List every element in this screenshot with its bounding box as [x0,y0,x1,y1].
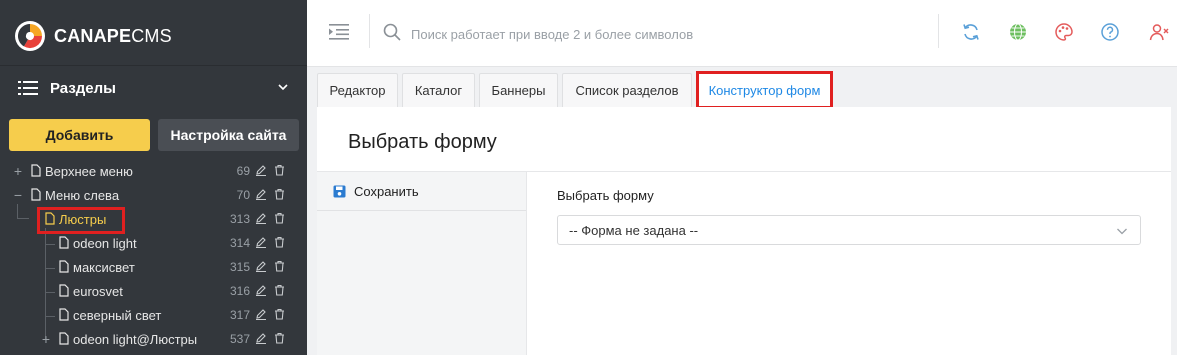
trash-icon[interactable] [274,284,285,296]
sections-header[interactable]: Разделы [0,66,307,110]
tree-item-label: odeon light [73,236,137,251]
tree-item-severnyy-svet[interactable]: северный свет 317 [0,305,307,329]
refresh-icon[interactable] [961,22,981,42]
document-icon [59,260,69,273]
floppy-disk-icon [333,185,346,197]
highlight-frame [37,207,125,234]
tree-item-id: 314 [229,236,250,250]
tree-item-maksisvet[interactable]: максисвет 315 [0,257,307,281]
topbar-separator [369,14,370,48]
tree-item-odeon-light[interactable]: odeon light 314 [0,233,307,257]
tree-item-label: Верхнее меню [45,164,133,179]
tree-item-id: 70 [236,188,250,202]
trash-icon[interactable] [274,236,285,248]
edit-icon[interactable] [255,188,267,200]
expand-icon[interactable]: + [40,332,52,346]
trash-icon[interactable] [274,308,285,320]
palette-icon[interactable] [1054,22,1074,42]
tree-item-verkhnee-menu[interactable]: + Верхнее меню 69 [0,161,307,185]
topbar [307,0,1177,67]
tree-item-eurosvet[interactable]: eurosvet 316 [0,281,307,305]
sidebar: CANAPECMS Разделы Добавить Настройка сай… [0,0,307,355]
document-icon [59,332,69,345]
edit-icon[interactable] [255,284,267,296]
form-select-value: -- Форма не задана -- [569,222,699,238]
highlight-frame [696,71,833,109]
user-icon[interactable] [1149,22,1169,42]
edit-icon[interactable] [255,308,267,320]
tree-item-label: Меню слева [45,188,120,203]
list-menu-icon [18,81,38,95]
form-select-label: Выбрать форму [557,188,654,203]
trash-icon[interactable] [274,212,285,224]
tree-item-label: северный свет [73,308,162,323]
tree-item-id: 317 [229,308,250,322]
globe-icon[interactable] [1008,22,1028,42]
help-icon[interactable] [1100,22,1120,42]
tree-item-label: максисвет [73,260,135,275]
logo-text: CANAPECMS [54,25,172,46]
form-select[interactable]: -- Форма не задана -- [557,215,1141,245]
tree-item-label: eurosvet [73,284,123,299]
chevron-down-icon [1117,228,1127,235]
tree-item-id: 315 [229,260,250,274]
tab-catalog[interactable]: Каталог [402,73,475,107]
search-input[interactable] [409,18,913,50]
trash-icon[interactable] [274,164,285,176]
expand-icon[interactable]: + [12,164,24,178]
tab-banners[interactable]: Баннеры [479,73,558,107]
tree-item-id: 537 [229,332,250,346]
tree-item-label: odeon light@Люстры [73,332,198,347]
add-button[interactable]: Добавить [9,119,150,151]
edit-icon[interactable] [255,212,267,224]
save-label: Сохранить [354,183,419,199]
edit-icon[interactable] [255,332,267,344]
search-icon [383,23,401,41]
tree-item-menyu-sleva[interactable]: − Меню слева 70 [0,185,307,209]
trash-icon[interactable] [274,332,285,344]
collapse-icon[interactable]: − [12,188,24,202]
document-icon [59,284,69,297]
page-title: Выбрать форму [348,131,497,153]
document-icon [59,308,69,321]
document-icon [59,236,69,249]
logo[interactable]: CANAPECMS [14,20,172,52]
sidebar-toggle-icon[interactable] [329,24,349,40]
topbar-separator [938,14,939,48]
edit-icon[interactable] [255,260,267,272]
tab-section-list[interactable]: Список разделов [562,73,692,107]
trash-icon[interactable] [274,260,285,272]
trash-icon[interactable] [274,188,285,200]
main-panel: Выбрать форму Сохранить Выбрать форму --… [317,107,1171,355]
logo-icon [15,21,45,51]
tree-item-odeon-light-lyustry[interactable]: + odeon light@Люстры 537 [0,329,307,353]
save-button[interactable]: Сохранить [317,172,526,211]
edit-icon[interactable] [255,164,267,176]
tree-item-id: 313 [229,212,250,226]
document-icon [31,164,41,177]
sections-title: Разделы [50,79,116,97]
chevron-down-icon[interactable] [277,81,289,93]
action-column: Сохранить [317,172,527,355]
document-icon [31,188,41,201]
site-settings-button[interactable]: Настройка сайта [158,119,299,151]
tree-item-id: 69 [236,164,250,178]
tab-editor[interactable]: Редактор [317,73,398,107]
edit-icon[interactable] [255,236,267,248]
tree-item-id: 316 [229,284,250,298]
